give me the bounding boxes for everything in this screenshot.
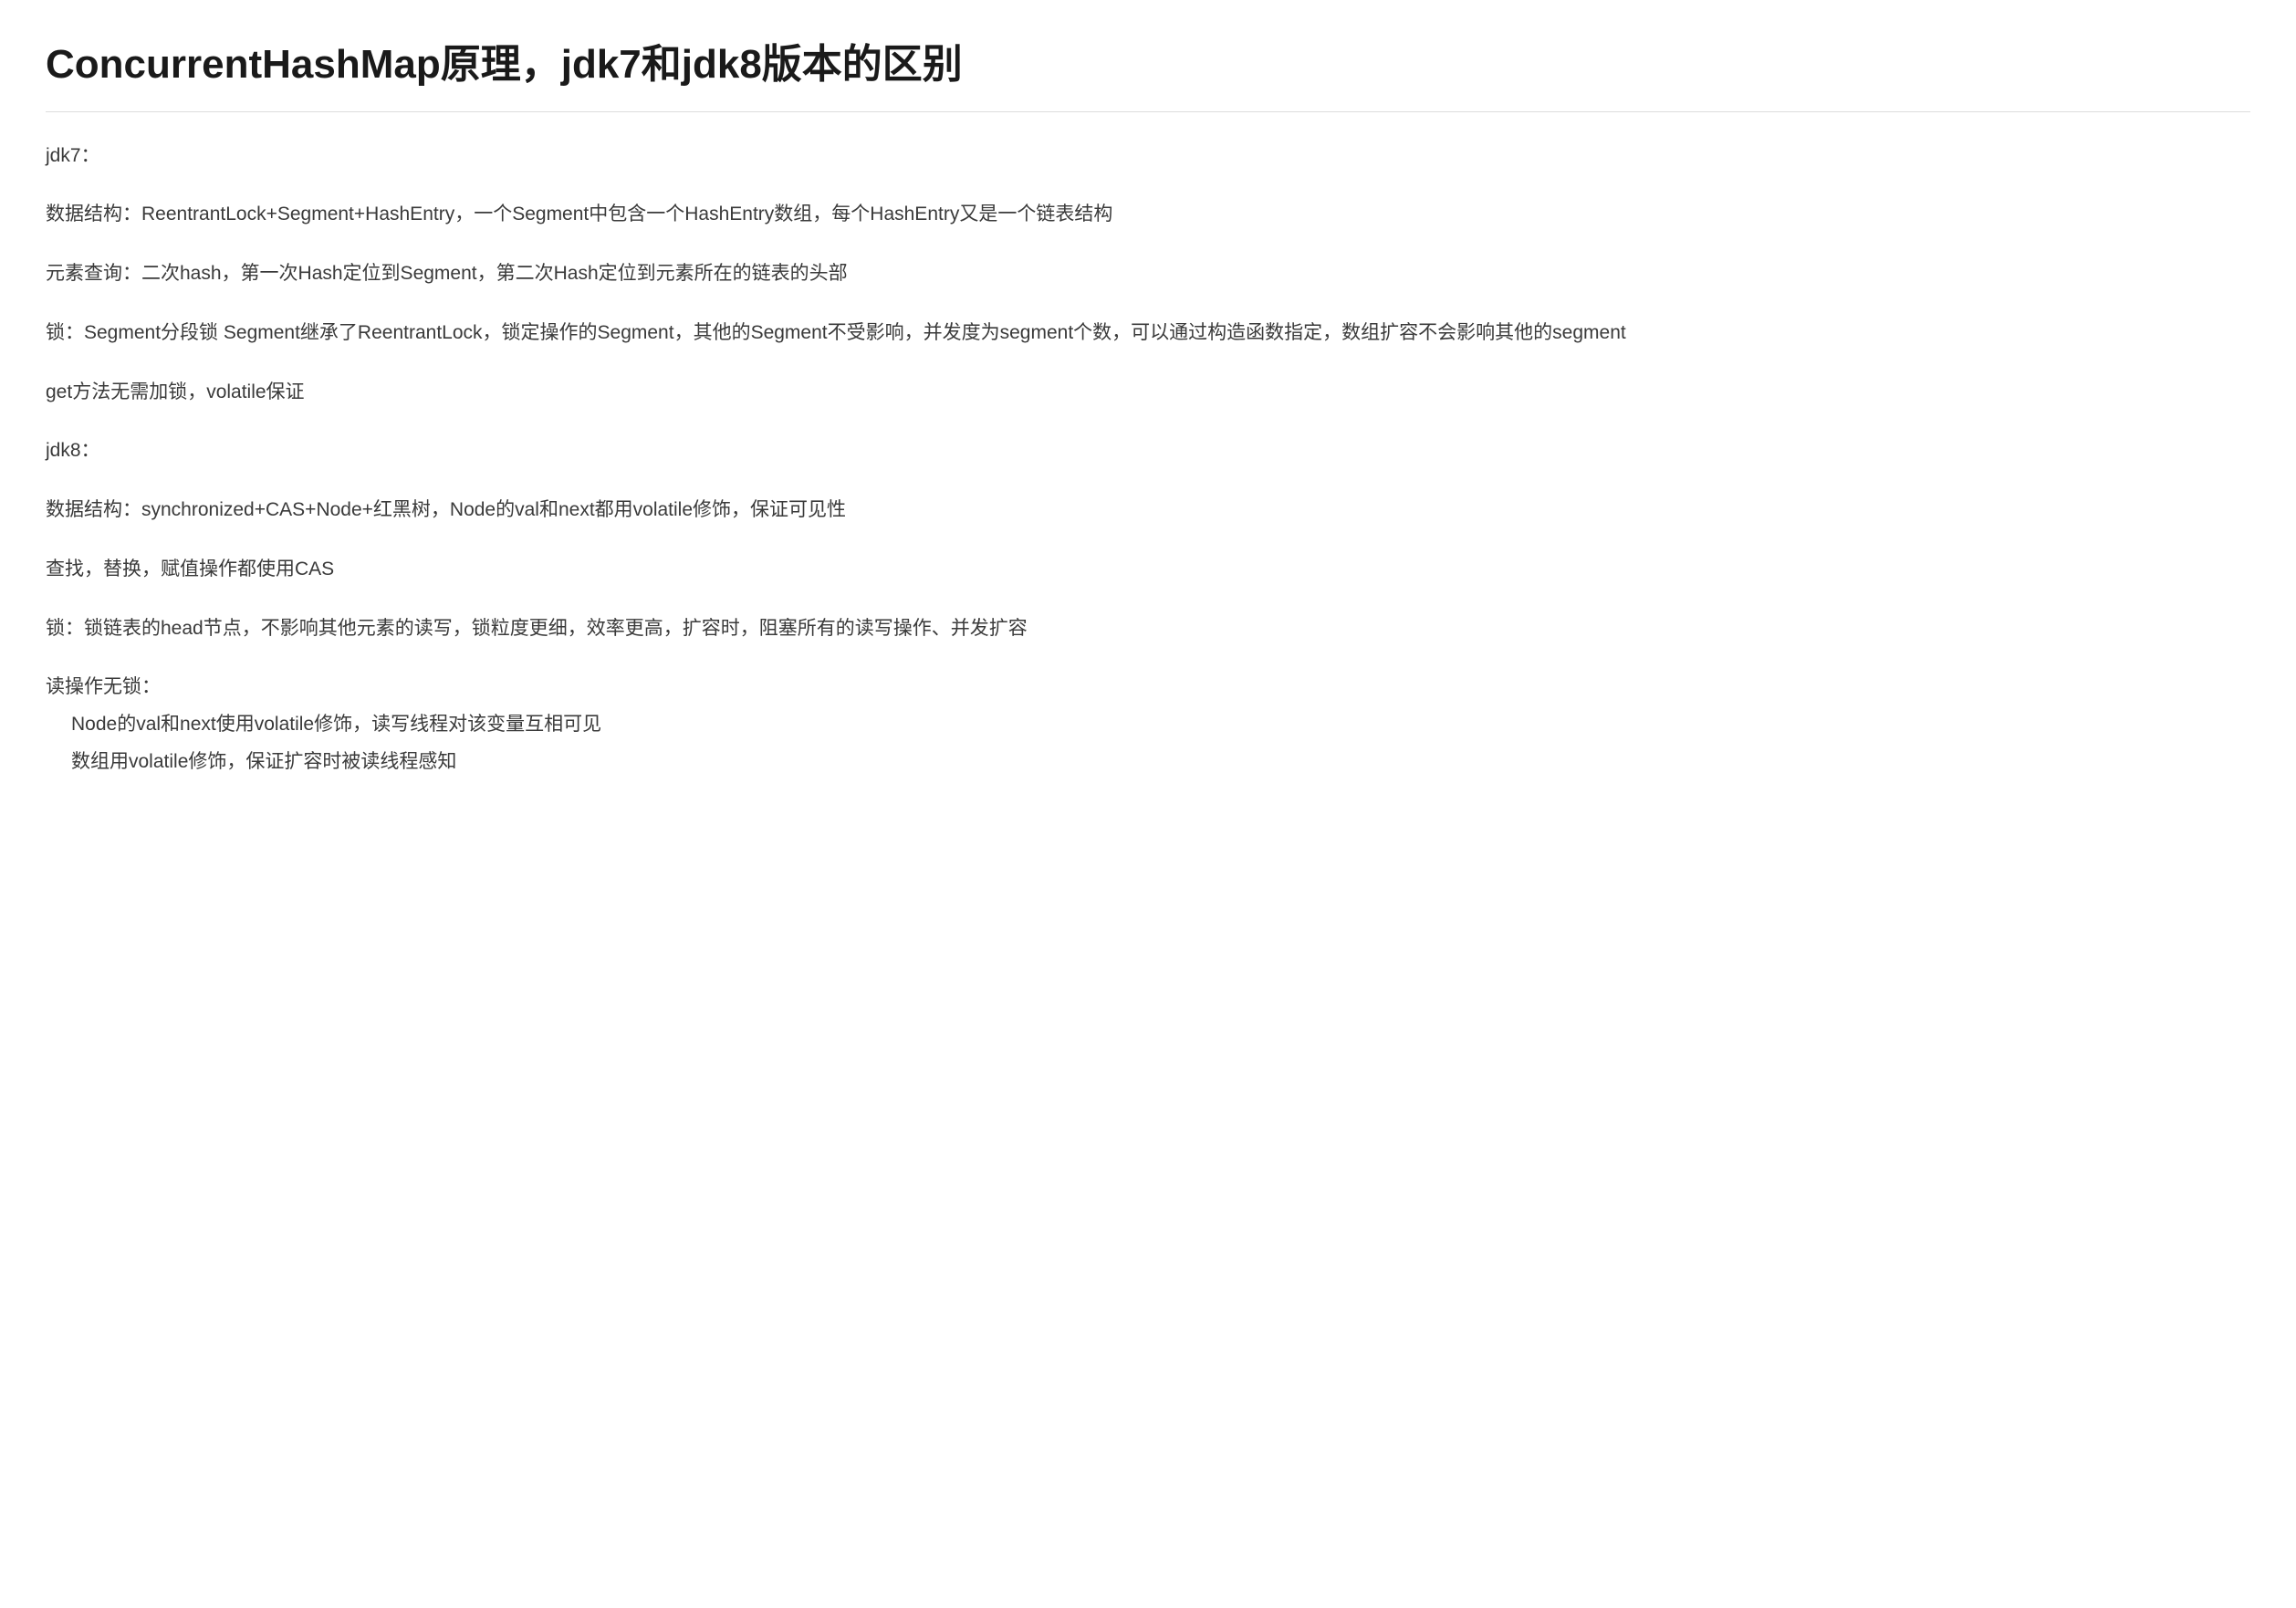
jdk8-node-volatile: Node的val和next使用volatile修饰，读写线程对该变量互相可见 bbox=[46, 708, 2250, 742]
section-jdk7: jdk7： bbox=[46, 140, 2250, 173]
jdk8-array-volatile: 数组用volatile修饰，保证扩容时被读线程感知 bbox=[46, 746, 2250, 779]
jdk8-read-no-lock: 读操作无锁： bbox=[46, 671, 2250, 705]
page-title: ConcurrentHashMap原理，jdk7和jdk8版本的区别 bbox=[46, 37, 2250, 93]
jdk8-data-structure: 数据结构：synchronized+CAS+Node+红黑树，Node的val和… bbox=[46, 494, 2250, 527]
jdk7-lock: 锁：Segment分段锁 Segment继承了ReentrantLock，锁定操… bbox=[46, 317, 2250, 350]
jdk7-element-query: 元素查询：二次hash，第一次Hash定位到Segment，第二次Hash定位到… bbox=[46, 257, 2250, 291]
jdk7-get-method: get方法无需加锁，volatile保证 bbox=[46, 376, 2250, 410]
title-divider bbox=[46, 111, 2250, 112]
jdk7-data-structure: 数据结构：ReentrantLock+Segment+HashEntry，一个S… bbox=[46, 198, 2250, 232]
jdk8-lock: 锁：锁链表的head节点，不影响其他元素的读写，锁粒度更细，效率更高，扩容时，阻… bbox=[46, 612, 2250, 646]
jdk8-cas-operations: 查找，替换，赋值操作都使用CAS bbox=[46, 553, 2250, 587]
section-jdk8: jdk8： bbox=[46, 434, 2250, 468]
